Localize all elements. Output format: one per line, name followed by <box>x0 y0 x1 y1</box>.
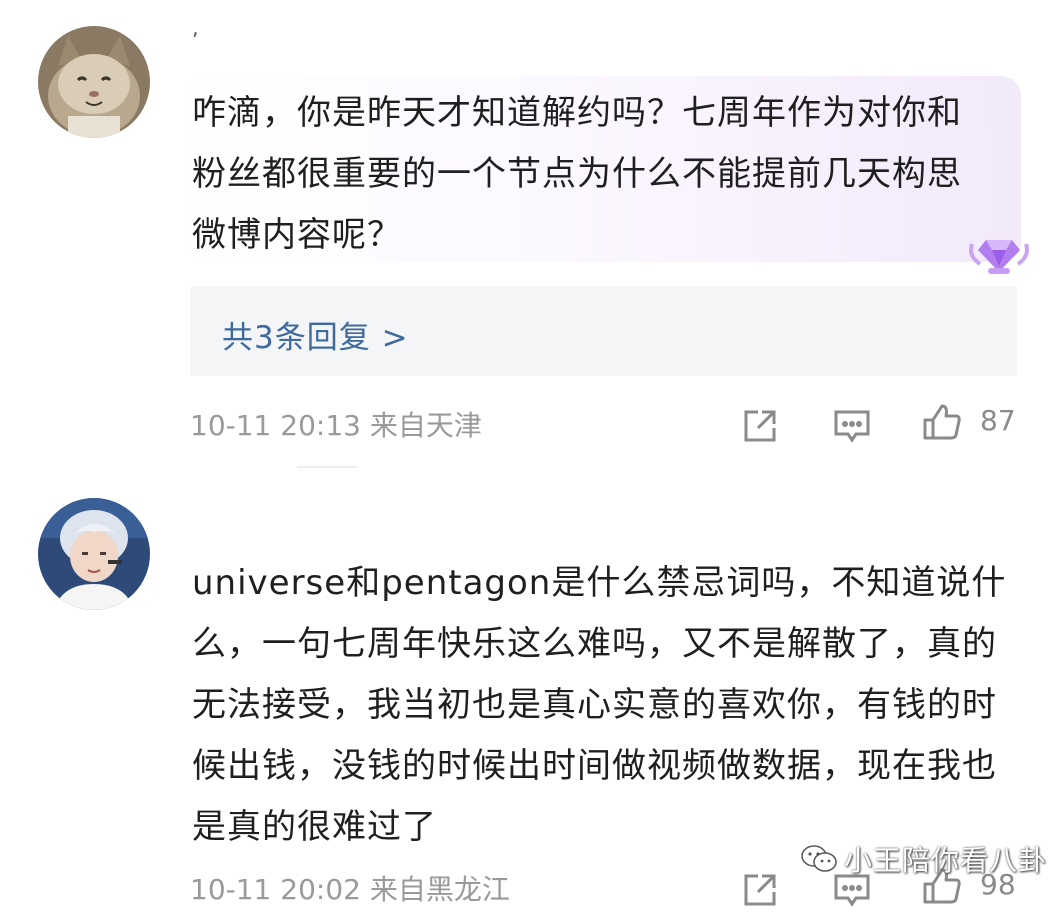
comment-meta: 10-11 20:02 来自黑龙江 <box>190 873 510 906</box>
comment-text: 咋滴，你是昨天才知道解约吗？七周年作为对你和粉丝都很重要的一个节点为什么不能提前… <box>192 93 962 255</box>
purple-gem-badge-icon <box>966 222 1032 278</box>
like-icon[interactable] <box>922 402 962 442</box>
like-count: 87 <box>980 404 1016 437</box>
share-icon[interactable] <box>740 406 780 446</box>
comment-meta: 10-11 20:13 来自天津 <box>190 409 482 442</box>
watermark-text: 小王陪你看八卦 <box>844 844 1048 877</box>
view-replies-link[interactable]: 共3条回复 > <box>222 312 409 357</box>
comment-icon[interactable] <box>832 406 872 446</box>
share-icon[interactable] <box>740 870 780 910</box>
comment-text: universe和pentagon是什么禁忌词吗，不知道说什么，一句七周年快乐这… <box>192 563 1007 847</box>
username[interactable]: ʼ <box>192 28 198 52</box>
replies-box[interactable]: 共3条回复 > <box>190 286 1017 376</box>
wechat-icon <box>800 844 838 874</box>
user-avatar[interactable] <box>38 26 150 138</box>
user-avatar[interactable] <box>38 498 150 610</box>
watermark: 小王陪你看八卦 <box>800 842 1048 877</box>
divider <box>297 466 357 468</box>
